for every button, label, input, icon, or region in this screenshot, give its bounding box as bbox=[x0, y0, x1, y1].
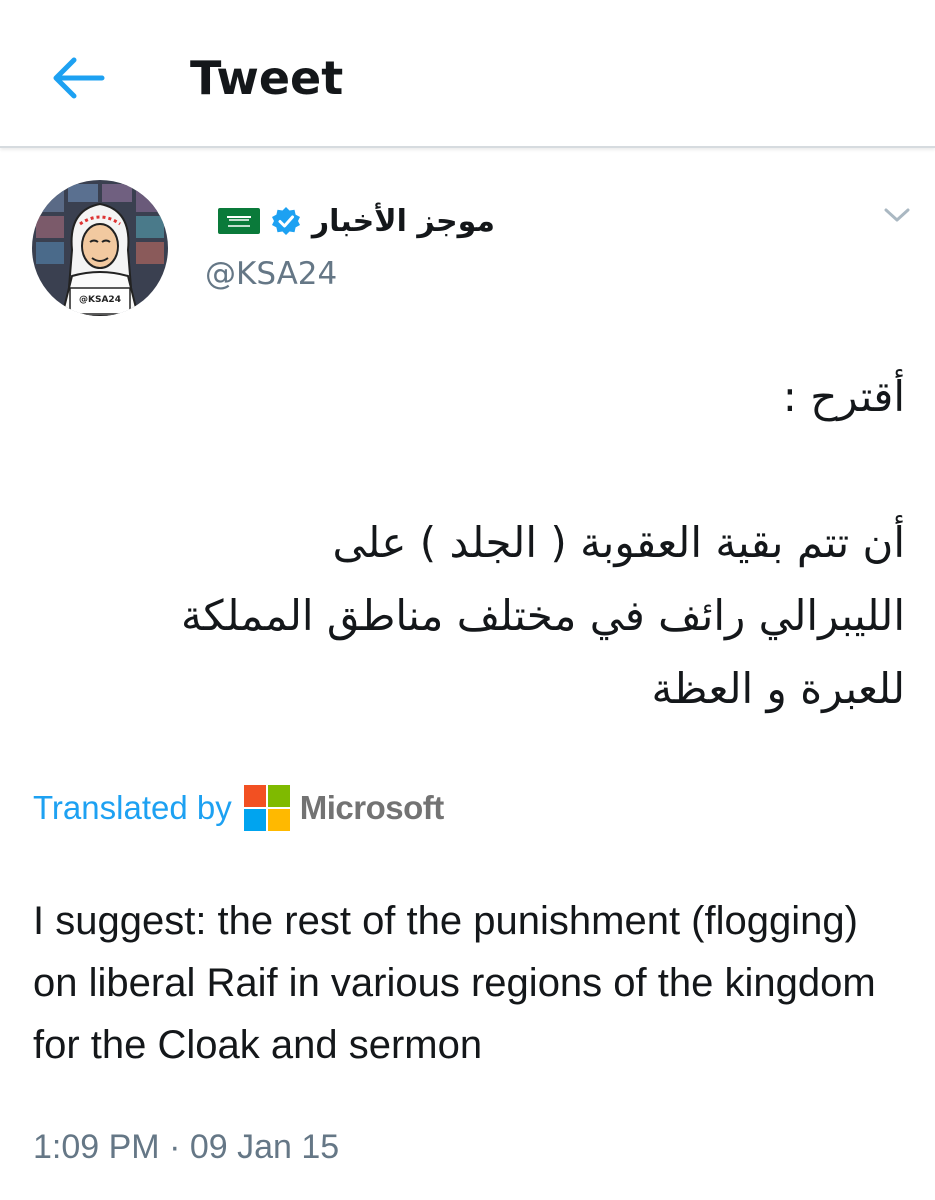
translation-provider: Microsoft bbox=[299, 789, 445, 826]
top-bar: Tweet bbox=[0, 0, 935, 148]
tweet-timestamp[interactable]: 1:09 PM · 09 Jan 15 bbox=[33, 1128, 339, 1167]
avatar-caption: @KSA24 bbox=[79, 295, 121, 305]
author-name-row[interactable]: موجز الأخبار bbox=[217, 196, 495, 246]
verified-badge-icon bbox=[271, 207, 300, 235]
page-title: Tweet bbox=[190, 51, 344, 105]
chevron-down-icon[interactable] bbox=[880, 200, 914, 230]
translated-by-label: Translated by bbox=[33, 789, 232, 826]
avatar-image: @KSA24 bbox=[32, 180, 168, 316]
author-display-name[interactable]: موجز الأخبار bbox=[312, 204, 495, 239]
avatar[interactable]: @KSA24 bbox=[32, 180, 168, 316]
back-arrow-icon bbox=[53, 57, 105, 99]
tweet-text: أقترح : أن تتم بقية العقوبة ( الجلد ) عل… bbox=[180, 372, 905, 713]
saudi-flag-icon bbox=[217, 208, 260, 234]
microsoft-logo-icon bbox=[243, 785, 290, 831]
translated-tweet-text: I suggest: the rest of the punishment (f… bbox=[33, 899, 876, 1067]
translation-attribution[interactable]: Translated by Microsoft bbox=[33, 780, 444, 836]
back-button[interactable] bbox=[44, 48, 112, 108]
author-handle[interactable]: @KSA24 bbox=[205, 256, 337, 292]
